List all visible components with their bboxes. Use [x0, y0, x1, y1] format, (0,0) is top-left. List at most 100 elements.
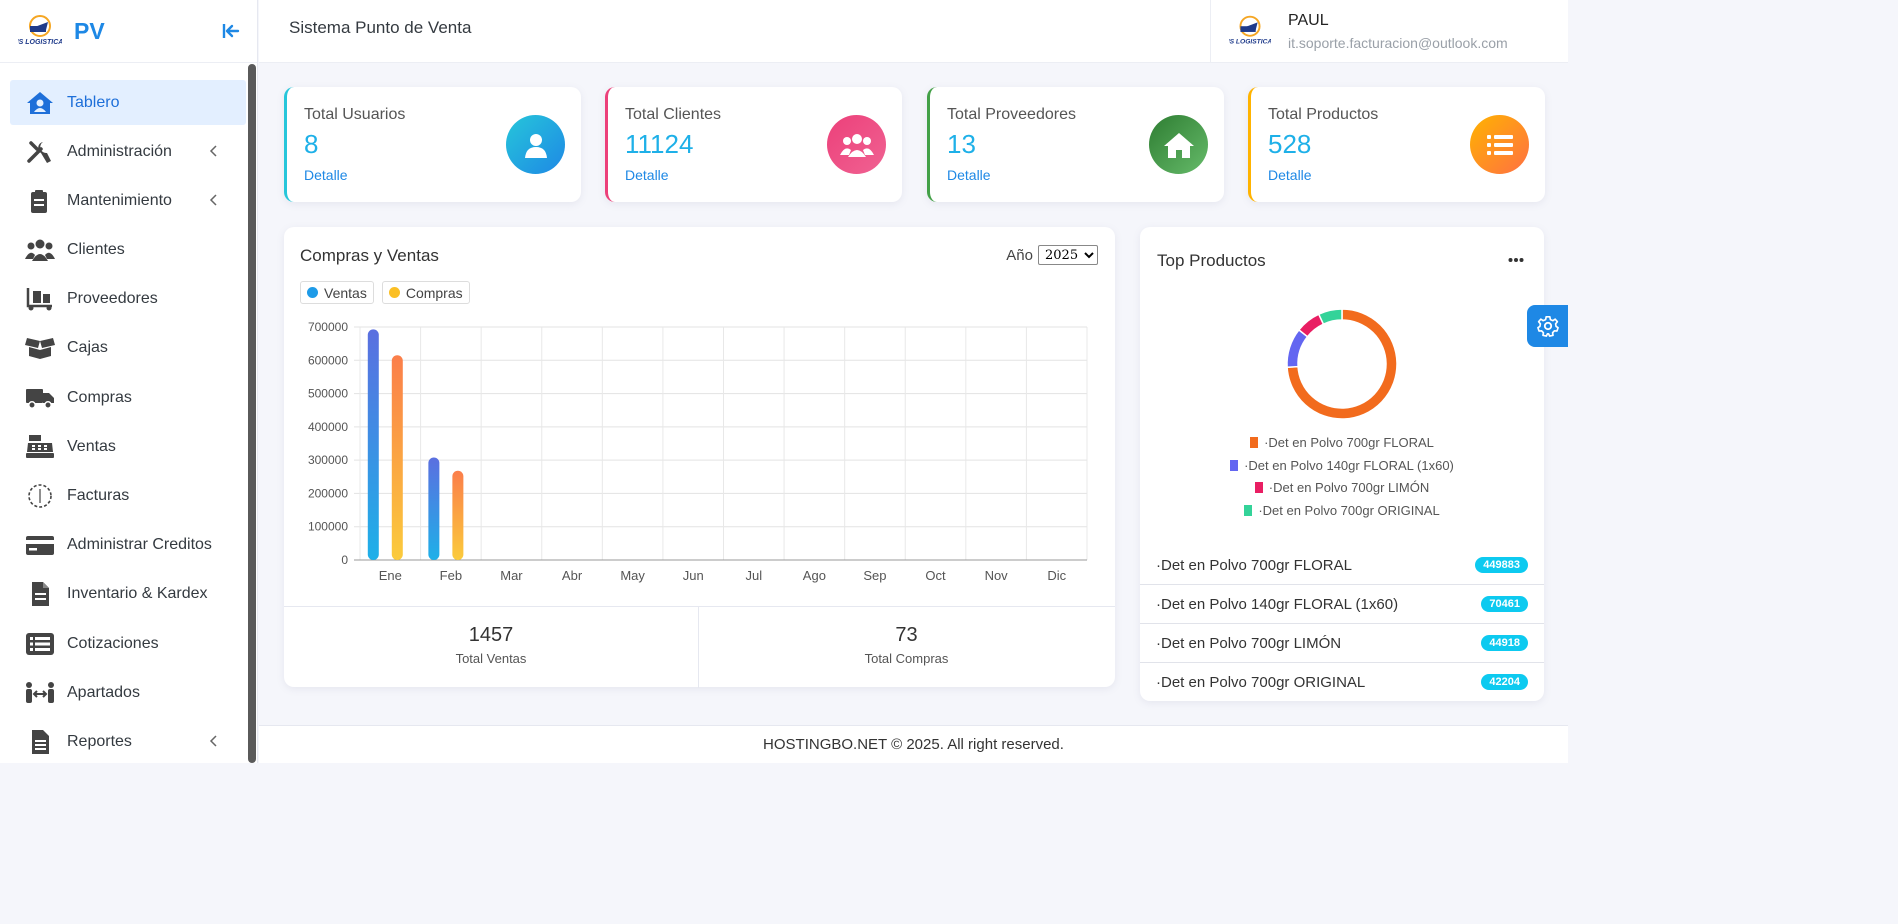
- cash-register-icon: [26, 434, 54, 458]
- list-item[interactable]: ·Det en Polvo 140gr FLORAL (1x60) 70461: [1140, 585, 1544, 624]
- sidebar-item-clientes[interactable]: Clientes: [10, 228, 246, 273]
- year-filter: Año 2025: [1006, 245, 1098, 265]
- sidebar-item-administrar-creditos[interactable]: Administrar Creditos: [10, 523, 246, 568]
- legend-ventas[interactable]: Ventas: [300, 281, 374, 304]
- brand: IS LOGISTICA PV: [0, 0, 257, 63]
- stat-value: 8: [304, 129, 319, 159]
- sidebar-item-apartados[interactable]: Apartados: [10, 670, 246, 715]
- dolly-icon: [26, 288, 52, 311]
- sidebar-item-cotizaciones[interactable]: Cotizaciones: [10, 621, 246, 666]
- more-options-icon[interactable]: [1508, 257, 1524, 263]
- total-purchases-label: Total Compras: [864, 651, 949, 666]
- sidebar-item-label: Facturas: [67, 487, 130, 504]
- donut-legend-item[interactable]: ·Det en Polvo 140gr FLORAL (1x60): [1140, 458, 1544, 473]
- stat-label: Total Usuarios: [304, 106, 406, 123]
- legend-label: ·Det en Polvo 700gr ORIGINAL: [1258, 503, 1440, 519]
- y-tick-label: 100000: [308, 520, 348, 534]
- stat-value: 528: [1268, 129, 1312, 159]
- bar-chart: 0 100000 200000 300000 400000 500000 600000 700…: [308, 320, 1088, 583]
- settings-toggle-button[interactable]: [1527, 305, 1568, 347]
- sidebar-item-label: Compras: [67, 388, 132, 406]
- list-item[interactable]: ·Det en Polvo 700gr FLORAL 449883: [1140, 546, 1544, 585]
- list-icon: [1470, 115, 1529, 174]
- sidebar-item-facturas[interactable]: Facturas: [10, 474, 246, 519]
- svg-text:IS LOGISTICA: IS LOGISTICA: [18, 39, 62, 46]
- total-purchases-value: 73: [895, 624, 918, 646]
- list-item[interactable]: ·Det en Polvo 700gr LIMÓN 44918: [1140, 624, 1544, 663]
- purchases-sales-card: Compras y Ventas Año 2025 Ventas Compras…: [284, 227, 1115, 688]
- home-user-icon: [27, 91, 53, 114]
- legend-compras[interactable]: Compras: [381, 281, 470, 304]
- x-tick-label: Oct: [925, 568, 946, 583]
- x-tick-label: Jun: [683, 568, 704, 583]
- legend-dot: [388, 287, 400, 298]
- svg-text:IS LOGISTICA: IS LOGISTICA: [1229, 38, 1271, 45]
- list-item[interactable]: ·Det en Polvo 700gr ORIGINAL 42204: [1140, 663, 1544, 702]
- year-select[interactable]: 2025: [1038, 245, 1098, 265]
- donut-legend-item[interactable]: ·Det en Polvo 700gr ORIGINAL: [1140, 503, 1544, 518]
- sidebar-item-tablero[interactable]: Tablero: [10, 80, 246, 125]
- stat-card-proveedores: Total Proveedores 13 Detalle: [927, 87, 1224, 202]
- legend-swatch: [1230, 459, 1239, 471]
- sidebar-item-mantenimiento[interactable]: Mantenimiento: [10, 178, 246, 223]
- total-purchases: 73 Total Compras: [699, 607, 1114, 688]
- user-menu[interactable]: IS LOGISTICA PAUL it.soporte.facturacion…: [1210, 0, 1568, 63]
- sidebar-scrollbar[interactable]: [248, 64, 256, 763]
- product-name: ·Det en Polvo 700gr ORIGINAL: [1156, 674, 1366, 691]
- bar-compras: [452, 470, 464, 560]
- y-tick-label: 200000: [308, 486, 348, 500]
- sidebar-item-administracion[interactable]: Administración: [10, 129, 246, 174]
- x-tick-label: Nov: [985, 568, 1009, 583]
- top-products-list: ·Det en Polvo 700gr FLORAL 449883 ·Det en…: [1140, 546, 1544, 702]
- sidebar-item-reportes[interactable]: Reportes: [10, 719, 246, 764]
- legend-swatch: [1250, 437, 1259, 448]
- clipboard-icon: [31, 189, 47, 213]
- y-tick-label: 600000: [308, 353, 348, 367]
- total-sales-value: 1457: [468, 624, 514, 646]
- sidebar-item-compras[interactable]: Compras: [10, 375, 246, 420]
- top-products-card: Top Productos ·Det en Polvo 700gr FLORAL…: [1140, 227, 1544, 701]
- legend-label: ·Det en Polvo 140gr FLORAL (1x60): [1244, 457, 1454, 473]
- x-tick-label: Feb: [440, 568, 462, 583]
- donut-slice: [1317, 308, 1343, 326]
- top-products-title: Top Productos: [1157, 251, 1266, 270]
- x-tick-label: Mar: [500, 568, 523, 583]
- circle-dashed-icon: [28, 484, 52, 508]
- gear-icon: [1536, 316, 1559, 337]
- box-open-icon: [25, 338, 55, 360]
- y-tick-label: 700000: [308, 320, 348, 334]
- bar-compras: [391, 355, 403, 560]
- donut-legend-item[interactable]: ·Det en Polvo 700gr FLORAL: [1140, 435, 1544, 450]
- company-logo[interactable]: IS LOGISTICA: [17, 13, 63, 49]
- donut-legend-item[interactable]: ·Det en Polvo 700gr LIMÓN: [1140, 480, 1544, 495]
- sidebar-item-inventario-kardex[interactable]: Inventario & Kardex: [10, 572, 246, 617]
- detail-link[interactable]: Detalle: [625, 167, 669, 183]
- sidebar-item-label: Apartados: [67, 683, 140, 701]
- detail-link[interactable]: Detalle: [1268, 167, 1312, 183]
- page-title: Sistema Punto de Venta: [289, 18, 472, 37]
- y-tick-label: 300000: [308, 453, 348, 467]
- legend-label: ·Det en Polvo 700gr FLORAL: [1264, 435, 1434, 450]
- sidebar-item-cajas[interactable]: Cajas: [10, 326, 246, 371]
- x-tick-label: May: [620, 568, 645, 583]
- brand-name: PV: [74, 17, 105, 44]
- x-tick-label: Jul: [745, 568, 762, 583]
- collapse-sidebar-icon[interactable]: [220, 20, 242, 42]
- bar-ventas: [367, 329, 379, 560]
- stat-card-clientes: Total Clientes 11124 Detalle: [605, 87, 902, 202]
- sidebar-item-ventas[interactable]: Ventas: [10, 424, 246, 469]
- sidebar-item-label: Administrar Creditos: [67, 536, 212, 554]
- user-icon: [506, 115, 565, 174]
- people-arrows-icon: [26, 681, 54, 703]
- users-icon: [827, 115, 886, 174]
- legend-swatch: [1254, 482, 1263, 494]
- chevron-left-icon: [209, 145, 217, 157]
- detail-link[interactable]: Detalle: [304, 167, 348, 183]
- detail-link[interactable]: Detalle: [947, 167, 991, 183]
- user-email: it.soporte.facturacion@outlook.com: [1288, 35, 1508, 51]
- product-name: ·Det en Polvo 700gr LIMÓN: [1156, 634, 1342, 652]
- sidebar-item-label: Cajas: [67, 339, 108, 357]
- quantity-badge: 70461: [1481, 596, 1528, 612]
- sidebar-item-proveedores[interactable]: Proveedores: [10, 277, 246, 322]
- truck-icon: [26, 388, 54, 409]
